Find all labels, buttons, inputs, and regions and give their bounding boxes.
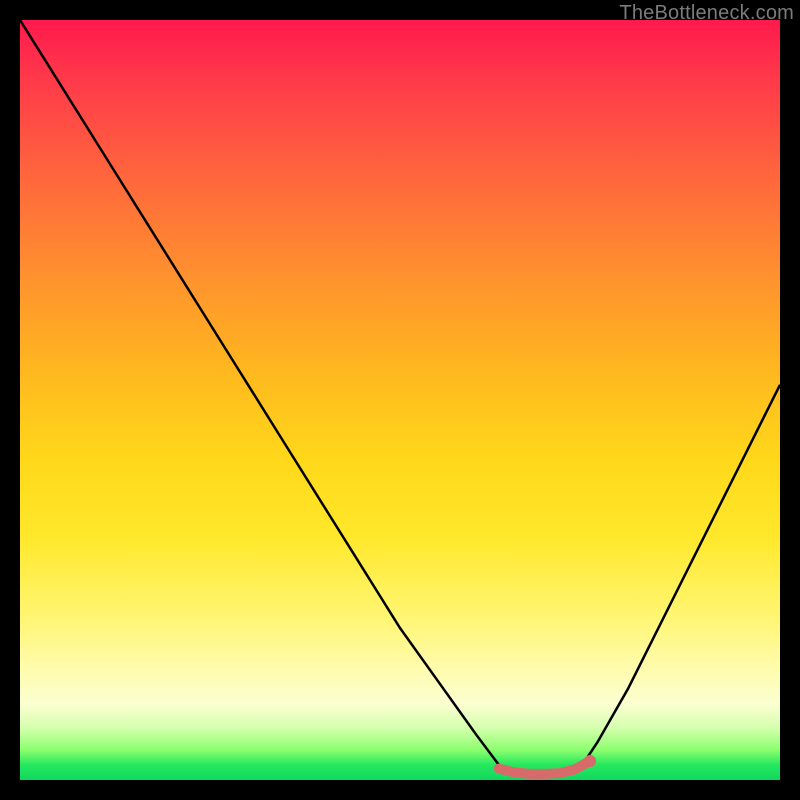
curve-layer [20, 20, 780, 780]
chart-stage: TheBottleneck.com [0, 0, 800, 800]
watermark-text: TheBottleneck.com [619, 2, 794, 25]
plot-area [20, 20, 780, 780]
bottleneck-curve [20, 20, 780, 772]
highlight-segment [499, 761, 590, 774]
highlight-end-dot [584, 755, 596, 767]
